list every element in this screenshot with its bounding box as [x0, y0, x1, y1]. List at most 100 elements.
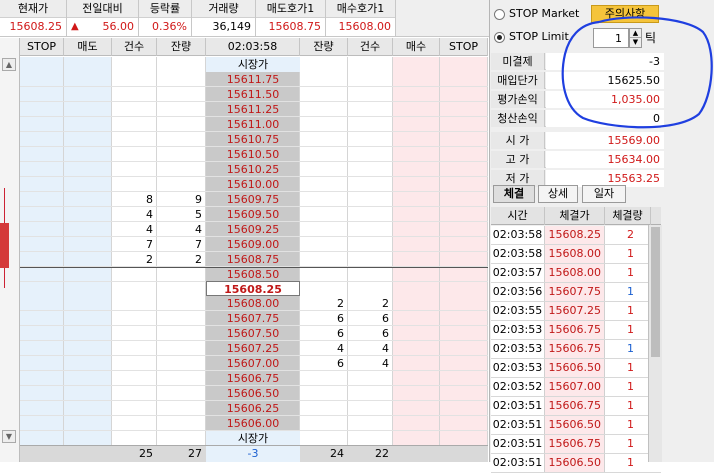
- trades-scrollbar[interactable]: [648, 225, 662, 462]
- quote-current-value: 15608.25: [0, 18, 66, 36]
- scroll-down-icon[interactable]: ▼: [2, 430, 16, 443]
- bid-row: 15607.00 6 4: [20, 356, 488, 371]
- stop-market-label[interactable]: STOP Market: [509, 7, 579, 21]
- col-stop-right[interactable]: STOP: [440, 38, 488, 56]
- trade-time: 02:03:57: [491, 264, 545, 282]
- ask-qty: [157, 267, 202, 282]
- bid-price[interactable]: 15607.50: [206, 326, 300, 341]
- col-sell: 매도: [64, 38, 112, 56]
- trade-qty: 1: [627, 437, 634, 450]
- bid-price[interactable]: 15607.00: [206, 356, 300, 371]
- ask-price[interactable]: 15610.25: [206, 162, 300, 177]
- ask-count: 8: [146, 193, 153, 206]
- up-arrow-icon: ▲: [71, 21, 79, 32]
- ask-price[interactable]: 15610.50: [206, 147, 300, 162]
- ask-price[interactable]: 15611.00: [206, 117, 300, 132]
- market-order-sell[interactable]: 시장가: [206, 57, 300, 72]
- tab-daily[interactable]: 일자: [582, 185, 626, 203]
- bid-price[interactable]: 15606.00: [206, 416, 300, 431]
- notice-button[interactable]: 주의사항: [591, 5, 659, 23]
- quote-bid1: 매수호가1 15608.00: [326, 0, 396, 36]
- info-row: 미결제 -3: [491, 53, 664, 70]
- col-qty-buy: 잔량: [300, 38, 348, 56]
- info-value: 0: [546, 110, 664, 127]
- ask-count: 7: [146, 238, 153, 251]
- bid-price[interactable]: 15606.25: [206, 401, 300, 416]
- info-row: 매입단가 15625.50: [491, 72, 664, 89]
- quote-bar: 현재가 15608.25 전일대비 ▲ 56.00 등락률 0.36% 거래량 …: [0, 0, 489, 37]
- info-label: 고 가: [491, 151, 545, 168]
- ask-price[interactable]: 15611.25: [206, 102, 300, 117]
- ask-price[interactable]: 15609.50: [206, 207, 300, 222]
- scrollbar-thumb[interactable]: [651, 227, 660, 357]
- bid-qty: [300, 401, 344, 416]
- bid-price[interactable]: 15606.75: [206, 371, 300, 386]
- trade-price: 15606.75: [545, 340, 605, 358]
- stop-limit-radio[interactable]: [494, 32, 505, 43]
- stop-limit-label[interactable]: STOP Limit: [509, 30, 569, 44]
- ask-row: 15610.25: [20, 162, 488, 177]
- chevron-down-icon[interactable]: ▼: [630, 38, 641, 47]
- trade-price: 15608.00: [545, 245, 605, 263]
- bid-price[interactable]: 15608.00: [206, 296, 300, 311]
- tick-input[interactable]: 1: [593, 28, 629, 48]
- ask-count: [112, 177, 153, 192]
- ask-row: 4 4 15609.25: [20, 222, 488, 237]
- ask-qty: 4: [195, 223, 202, 236]
- ask-count: [112, 267, 153, 282]
- trade-qty: 1: [627, 456, 634, 469]
- tick-stepper[interactable]: ▲ ▼: [629, 28, 642, 48]
- trade-time: 02:03:53: [491, 359, 545, 377]
- trade-price: 15607.00: [545, 378, 605, 396]
- quote-ask1-value: 15608.75: [256, 18, 325, 36]
- tab-trades[interactable]: 체결: [493, 185, 535, 203]
- col-buy: 매수: [393, 38, 440, 56]
- bid-qty: [300, 386, 344, 401]
- ask-qty: 7: [195, 238, 202, 251]
- ask-price[interactable]: 15611.75: [206, 72, 300, 87]
- trade-time: 02:03:51: [491, 397, 545, 415]
- spread-divider: [20, 267, 488, 268]
- total-buy-qty: 24: [330, 447, 344, 460]
- bid-qty: 6: [337, 312, 344, 325]
- ask-row: 8 9 15609.75: [20, 192, 488, 207]
- bid-price[interactable]: 15606.50: [206, 386, 300, 401]
- ask-price[interactable]: 15610.00: [206, 177, 300, 192]
- stop-market-radio[interactable]: [494, 9, 505, 20]
- total-diff: -3: [206, 446, 300, 462]
- chevron-up-icon[interactable]: ▲: [630, 29, 641, 38]
- ask-count: [112, 117, 153, 132]
- trade-time: 02:03:58: [491, 226, 545, 244]
- bid-count: [348, 401, 389, 416]
- col-stop-left[interactable]: STOP: [20, 38, 64, 56]
- trade-price: 15606.75: [545, 435, 605, 453]
- tab-detail[interactable]: 상세: [538, 185, 578, 203]
- quote-change-value: ▲ 56.00: [67, 18, 138, 36]
- market-order-buy[interactable]: 시장가: [206, 431, 300, 446]
- ask-price[interactable]: 15609.75: [206, 192, 300, 207]
- ask-price[interactable]: 15609.25: [206, 222, 300, 237]
- scroll-up-icon[interactable]: ▲: [2, 58, 16, 71]
- trade-qty: 1: [627, 342, 634, 355]
- col-qty-sell: 잔량: [157, 38, 206, 56]
- bid-price[interactable]: 15607.75: [206, 311, 300, 326]
- ask-count: [112, 132, 153, 147]
- total-buy-count: 22: [375, 447, 389, 460]
- ask-price[interactable]: 15609.00: [206, 237, 300, 252]
- ask-price[interactable]: 15608.50: [206, 267, 300, 282]
- mini-chart-strip[interactable]: ▲ ▼: [0, 38, 20, 462]
- trades-header: 시간 체결가 체결량: [491, 207, 661, 225]
- bid-price[interactable]: 15607.25: [206, 341, 300, 356]
- ask-price[interactable]: 15610.75: [206, 132, 300, 147]
- info-label: 매입단가: [491, 72, 545, 89]
- ask-price[interactable]: 15611.50: [206, 87, 300, 102]
- bid-count: [348, 386, 389, 401]
- tick-input-value[interactable]: 1: [615, 31, 622, 46]
- ask-price[interactable]: 15608.75: [206, 252, 300, 267]
- info-value: 15569.00: [546, 132, 664, 149]
- trade-price: 15606.75: [545, 397, 605, 415]
- info-value: 15625.50: [546, 72, 664, 89]
- trade-time: 02:03:51: [491, 416, 545, 434]
- info-row: 고 가 15634.00: [491, 151, 664, 168]
- quote-change-label: 전일대비: [67, 0, 138, 18]
